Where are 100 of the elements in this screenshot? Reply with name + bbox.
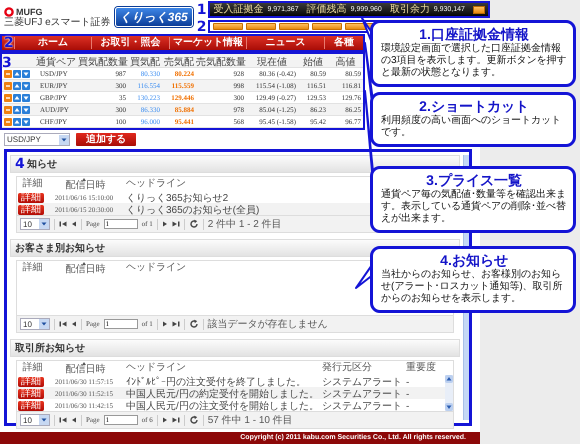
- refresh-icon[interactable]: [188, 415, 199, 425]
- refresh-icon[interactable]: [188, 319, 199, 329]
- nav-tab[interactable]: ホーム: [14, 37, 92, 49]
- marker-number: 1: [196, 4, 206, 16]
- column-header: ヘッドライン: [125, 263, 186, 273]
- previous-icon[interactable]: [71, 319, 77, 329]
- source-cell-text: システムアラート: [321, 376, 402, 389]
- callout-text: 環境設定画面で選択した口座証拠金情報の3項目を表示します。更新ボタンを押すと最新の状態となります。: [381, 43, 567, 79]
- add-button[interactable]: 追加する: [76, 133, 136, 146]
- account-label: 受入証拠金: [213, 4, 264, 15]
- minus-icon[interactable]: [4, 106, 12, 114]
- headline-cell-text: くりっく365のお知らせ(全員): [125, 204, 260, 217]
- minus-icon[interactable]: [4, 118, 12, 126]
- nav-tab[interactable]: お取引・照会: [91, 37, 169, 49]
- previous-icon[interactable]: [71, 415, 77, 425]
- callout-text: 利用頻度の高い画面へのショートカットです。: [381, 115, 562, 139]
- headline-cell-text: くりっく365お知らせ2: [125, 192, 228, 205]
- nav-tab[interactable]: ニュース: [246, 37, 324, 49]
- last-page-icon[interactable]: [172, 319, 180, 329]
- up-arrow-icon[interactable]: [13, 94, 21, 102]
- column-header: 配信日時: [64, 364, 106, 374]
- currency-select[interactable]: USD/JPY: [4, 133, 70, 146]
- next-icon[interactable]: [162, 319, 168, 329]
- previous-icon[interactable]: [71, 219, 77, 229]
- column-header: 始値: [302, 57, 324, 69]
- sort-icon: [82, 362, 86, 364]
- column-header: 詳細: [22, 179, 42, 189]
- importance-cell-text: -: [405, 388, 410, 400]
- caret-icon: [59, 134, 69, 144]
- page-size-select[interactable]: 10: [20, 318, 50, 330]
- headline-cell-text: ｲﾝﾄﾞﾙﾋﾟｰ円の注文受付を終了しました。: [125, 376, 306, 388]
- section-title: 知らせ: [26, 158, 57, 171]
- minus-icon[interactable]: [4, 70, 12, 78]
- callout-text: 当社からのお知らせ、お客様別のお知らせ(アラート･ロスカット通知等)、取引所からのお知らせを表示します。: [381, 269, 564, 305]
- column-header: 買気配: [129, 57, 161, 69]
- source-cell-text: システムアラート: [321, 400, 402, 413]
- importance-cell-text: -: [405, 400, 410, 412]
- marker-number: 4: [15, 158, 25, 170]
- next-icon[interactable]: [162, 415, 168, 425]
- column-header: 売気配: [163, 57, 195, 69]
- down-arrow-icon[interactable]: [22, 82, 30, 90]
- headline-cell-text: 中国人民元/円の注文受付を開始しました。: [125, 400, 319, 413]
- company-name: 三菱UFJ eスマート証券: [4, 16, 111, 28]
- last-page-icon[interactable]: [172, 415, 180, 425]
- up-arrow-icon[interactable]: [13, 106, 21, 114]
- column-header: 買気配数量: [78, 57, 128, 69]
- down-arrow-icon[interactable]: [22, 106, 30, 114]
- account-label: 評価残高: [306, 4, 347, 15]
- callout-title: 4.お知らせ: [439, 252, 509, 268]
- down-arrow-icon[interactable]: [445, 403, 453, 411]
- caret-icon: [39, 415, 49, 425]
- down-arrow-icon[interactable]: [22, 70, 30, 78]
- up-arrow-icon[interactable]: [13, 118, 21, 126]
- column-header: 配信日時: [64, 264, 106, 274]
- page-size-select[interactable]: 10: [20, 218, 50, 230]
- brand-name: MUFG: [16, 6, 42, 16]
- page-size-select[interactable]: 10: [20, 414, 50, 426]
- up-arrow-icon[interactable]: [13, 70, 21, 78]
- minus-icon[interactable]: [4, 94, 12, 102]
- marker-number: 3: [2, 55, 12, 71]
- callout-title: 2.ショートカット: [418, 98, 530, 114]
- callout-title: 3.プライス一覧: [425, 172, 523, 189]
- caret-icon: [39, 319, 49, 329]
- up-arrow-icon[interactable]: [13, 82, 21, 90]
- column-header: 配信日時: [64, 180, 106, 190]
- first-page-icon[interactable]: [59, 219, 67, 229]
- section-title: 取引所お知らせ: [15, 342, 85, 355]
- nav-tab[interactable]: マーケット情報: [168, 37, 246, 49]
- sort-icon: [82, 178, 86, 180]
- account-label: 取引余力: [390, 4, 430, 15]
- detail-button[interactable]: 詳細: [18, 389, 44, 399]
- page-status: 該当データが存在しません: [208, 318, 328, 331]
- up-arrow-icon[interactable]: [445, 375, 453, 383]
- source-cell-text: システムアラート: [321, 388, 402, 401]
- down-arrow-icon[interactable]: [22, 94, 30, 102]
- update-button[interactable]: [472, 6, 485, 14]
- last-page-icon[interactable]: [172, 219, 180, 229]
- caret-icon: [39, 219, 49, 229]
- detail-button[interactable]: 詳細: [18, 205, 44, 215]
- first-page-icon[interactable]: [59, 319, 67, 329]
- page-status: 57 件中 1 - 10 件目: [208, 414, 293, 427]
- column-header: ヘッドライン: [125, 179, 186, 189]
- column-header: ヘッドライン: [125, 363, 186, 373]
- column-header: 重要度: [405, 363, 436, 373]
- mufg-logo-icon: [4, 6, 14, 16]
- nav-tab[interactable]: 各種: [324, 37, 363, 49]
- page-status: 2 件中 1 - 2 件目: [208, 218, 282, 231]
- column-header: 発行元区分: [321, 363, 372, 373]
- refresh-icon[interactable]: [188, 219, 199, 229]
- down-arrow-icon[interactable]: [22, 118, 30, 126]
- sort-icon: [82, 262, 86, 264]
- next-icon[interactable]: [162, 219, 168, 229]
- marker-number: 2: [196, 20, 206, 32]
- column-header: 高値: [334, 57, 356, 69]
- callout-text: 通貨ペア毎の気配値･数量等を確認出来ます。表示している通貨ペアの削除･並べ替えが出来ます。: [381, 189, 567, 225]
- first-page-icon[interactable]: [59, 415, 67, 425]
- product-logo: くりっく365: [114, 7, 193, 27]
- column-header: 通貨ペア: [35, 57, 77, 69]
- headline-cell-text: 中国人民元/円の約定受付を開始しました。: [125, 388, 319, 400]
- minus-icon[interactable]: [4, 82, 12, 90]
